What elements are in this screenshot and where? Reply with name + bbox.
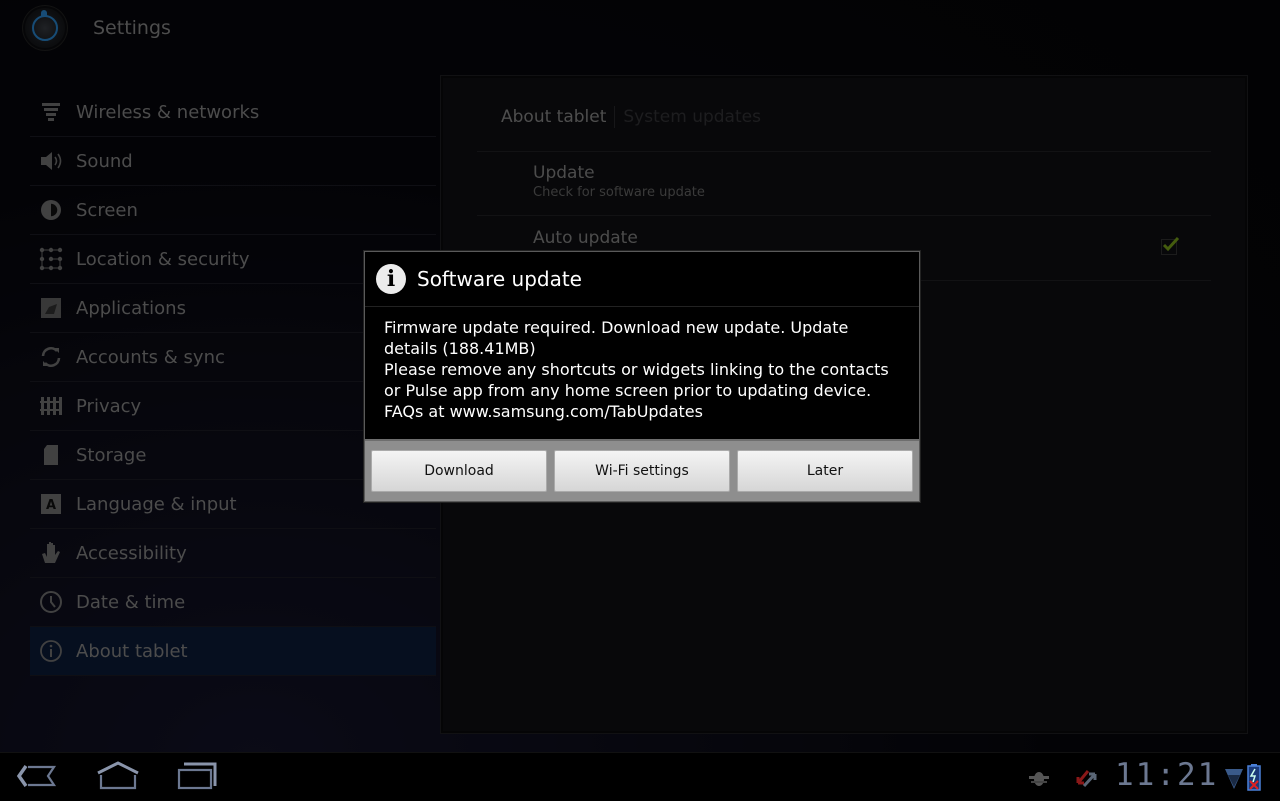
data-sync-icon xyxy=(1074,766,1100,794)
clock[interactable]: 11:21 xyxy=(1115,757,1218,793)
home-icon[interactable] xyxy=(96,761,140,795)
battery-icon xyxy=(1247,763,1261,795)
info-icon: i xyxy=(376,264,406,294)
message-line: Firmware update required. Download new u… xyxy=(384,318,849,337)
message-line: FAQs at www.samsung.com/TabUpdates xyxy=(384,402,703,421)
recent-apps-icon[interactable] xyxy=(177,761,221,795)
usb-debugging-icon xyxy=(1028,767,1050,793)
dialog-button-bar: Download Wi-Fi settings Later xyxy=(365,439,919,501)
later-button[interactable]: Later xyxy=(737,450,913,492)
message-line: or Pulse app from any home screen prior … xyxy=(384,381,872,400)
download-button[interactable]: Download xyxy=(371,450,547,492)
dialog-title: Software update xyxy=(417,267,582,291)
message-line: Please remove any shortcuts or widgets l… xyxy=(384,360,889,379)
wifi-signal-icon xyxy=(1224,765,1244,795)
back-icon[interactable] xyxy=(16,761,60,795)
message-line: details (188.41MB) xyxy=(384,339,536,358)
dialog-message: Firmware update required. Download new u… xyxy=(365,307,919,439)
software-update-dialog: i Software update Firmware update requir… xyxy=(364,251,920,502)
dialog-header: i Software update xyxy=(365,252,919,307)
system-bar: 11:21 xyxy=(0,752,1280,801)
wifi-settings-button[interactable]: Wi-Fi settings xyxy=(554,450,730,492)
